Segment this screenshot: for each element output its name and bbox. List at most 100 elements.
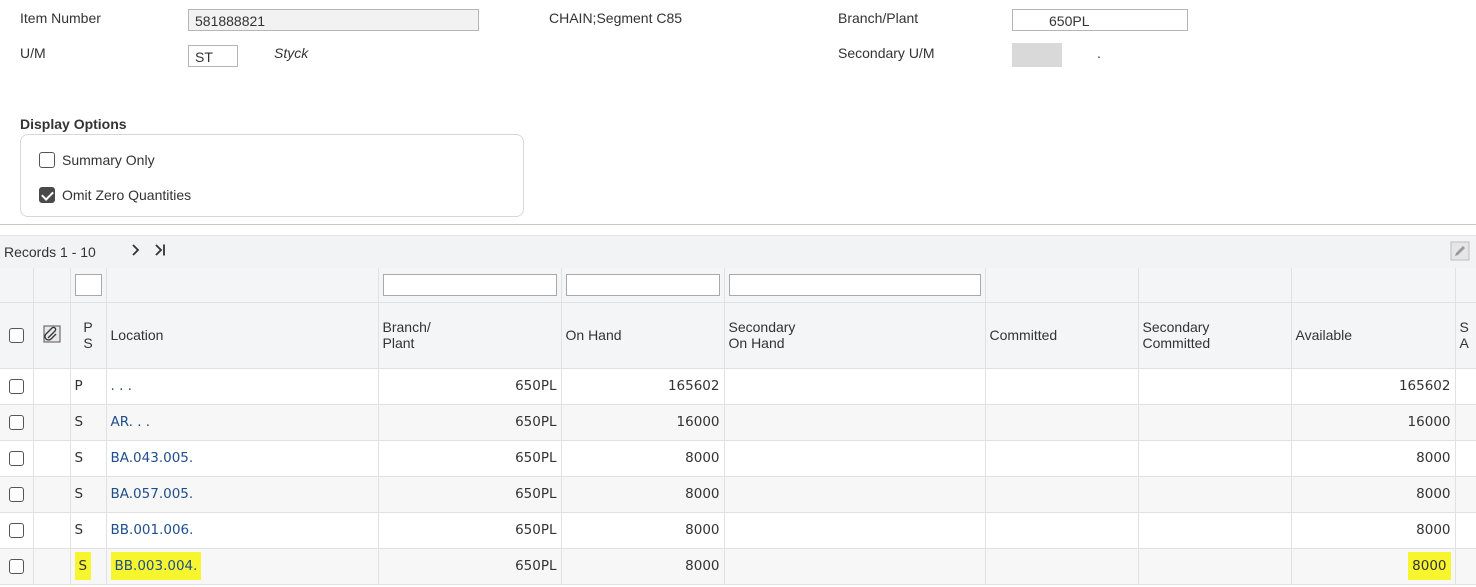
secondary-available-cell (1455, 440, 1476, 477)
item-description: CHAIN;Segment C85 (549, 10, 683, 26)
item-number-label: Item Number (20, 10, 101, 26)
display-options-box: Summary Only Omit Zero Quantities (20, 134, 524, 217)
grid-divider (0, 224, 1476, 225)
row-checkbox[interactable] (8, 558, 24, 574)
on-hand-cell: 8000 (561, 476, 725, 513)
row-attachment-cell (33, 548, 71, 585)
table-row[interactable]: S BB.001.006. 650PL 8000 8000 (0, 512, 1476, 549)
secondary-committed-cell (1138, 404, 1292, 441)
committed-header[interactable]: Committed (985, 302, 1139, 369)
on-hand-cell: 8000 (561, 512, 725, 549)
table-row[interactable]: S AR. . . 650PL 16000 16000 (0, 404, 1476, 441)
available-header[interactable]: Available (1291, 302, 1456, 369)
row-attachment-cell (33, 440, 71, 477)
row-attachment-cell (33, 476, 71, 513)
row-checkbox[interactable] (8, 450, 24, 466)
select-all-checkbox[interactable] (8, 328, 24, 344)
branch-filter[interactable] (382, 273, 557, 296)
available-cell: 8000 (1291, 440, 1456, 477)
summary-only-checkbox[interactable] (39, 152, 55, 168)
display-options-title: Display Options (20, 116, 127, 132)
edit-grid-icon[interactable] (1450, 241, 1470, 264)
location-link[interactable]: BA.057.005. (106, 476, 379, 513)
secondary-committed-cell (1138, 512, 1292, 549)
ps-filter[interactable] (74, 273, 102, 296)
table-row[interactable]: P. . . 650PL 165602 165602 (0, 368, 1476, 405)
table-row[interactable]: S BB.003.004. 650PL 8000 8000 (0, 548, 1476, 585)
location-link[interactable]: AR. . . (106, 404, 379, 441)
location-link[interactable]: . . . (106, 368, 379, 405)
location-header[interactable]: Location (106, 302, 379, 369)
um-description: Styck (274, 45, 309, 61)
ps-cell: S (70, 404, 107, 441)
branch-cell: 650PL (378, 404, 562, 441)
committed-cell (985, 548, 1139, 585)
item-number-input[interactable]: 581888821 (188, 9, 479, 31)
last-page-icon[interactable] (152, 241, 170, 262)
secondary-available-header[interactable]: SA (1455, 302, 1476, 369)
omit-zero-label: Omit Zero Quantities (62, 187, 192, 203)
secondary-committed-cell (1138, 548, 1292, 585)
branch-cell: 650PL (378, 440, 562, 477)
available-cell: 165602 (1291, 368, 1456, 405)
branch-plant-label: Branch/Plant (838, 10, 919, 26)
location-link[interactable]: BB.001.006. (106, 512, 379, 549)
inventory-grid: PS Location Branch/Plant On Hand Seconda… (0, 268, 1476, 587)
secondary-available-cell (1455, 476, 1476, 513)
on-hand-cell: 165602 (561, 368, 725, 405)
available-cell: 8000 (1291, 512, 1456, 549)
omit-zero-checkbox[interactable] (39, 187, 55, 203)
on-hand-filter[interactable] (565, 273, 720, 296)
secondary-committed-cell (1138, 368, 1292, 405)
branch-cell: 650PL (378, 548, 562, 585)
row-attachment-cell (33, 512, 71, 549)
row-checkbox[interactable] (8, 378, 24, 394)
secondary-on-hand-cell (724, 512, 986, 549)
ps-header[interactable]: PS (70, 302, 107, 369)
ps-cell: S (70, 476, 107, 513)
committed-cell (985, 368, 1139, 405)
secondary-on-hand-cell (724, 548, 986, 585)
committed-cell (985, 404, 1139, 441)
row-attachment-cell (33, 404, 71, 441)
records-bar: Records 1 - 10 (0, 235, 1476, 268)
on-hand-cell: 16000 (561, 404, 725, 441)
attachment-icon[interactable] (43, 325, 61, 346)
available-cell: 8000 (1291, 476, 1456, 513)
secondary-available-cell (1455, 512, 1476, 549)
branch-cell: 650PL (378, 476, 562, 513)
available-cell: 8000 (1291, 548, 1456, 585)
on-hand-cell: 8000 (561, 440, 725, 477)
secondary-available-cell (1455, 548, 1476, 585)
ps-cell: P (70, 368, 107, 405)
secondary-on-hand-cell (724, 404, 986, 441)
on-hand-header[interactable]: On Hand (561, 302, 725, 369)
table-row[interactable]: S BA.043.005. 650PL 8000 8000 (0, 440, 1476, 477)
branch-header[interactable]: Branch/Plant (378, 302, 562, 369)
summary-only-label: Summary Only (62, 152, 155, 168)
secondary-on-hand-filter[interactable] (728, 273, 981, 296)
secondary-on-hand-cell (724, 476, 986, 513)
secondary-available-cell (1455, 368, 1476, 405)
location-link[interactable]: BB.003.004. (106, 548, 379, 585)
row-checkbox[interactable] (8, 522, 24, 538)
query-row (0, 268, 1476, 303)
records-label: Records 1 - 10 (4, 244, 96, 260)
secondary-committed-header[interactable]: Secondary Committed (1138, 302, 1292, 369)
um-label: U/M (20, 45, 46, 61)
row-checkbox[interactable] (8, 414, 24, 430)
committed-cell (985, 512, 1139, 549)
secondary-on-hand-header[interactable]: Secondary On Hand (724, 302, 986, 369)
on-hand-cell: 8000 (561, 548, 725, 585)
location-link[interactable]: BA.043.005. (106, 440, 379, 477)
branch-cell: 650PL (378, 512, 562, 549)
available-cell: 16000 (1291, 404, 1456, 441)
um-input[interactable]: ST (188, 45, 238, 67)
row-checkbox[interactable] (8, 486, 24, 502)
committed-cell (985, 476, 1139, 513)
chevron-right-icon[interactable] (128, 241, 144, 262)
secondary-um-field[interactable] (1012, 43, 1062, 67)
branch-plant-input[interactable]: 650PL (1012, 9, 1188, 31)
secondary-committed-cell (1138, 440, 1292, 477)
table-row[interactable]: S BA.057.005. 650PL 8000 8000 (0, 476, 1476, 513)
